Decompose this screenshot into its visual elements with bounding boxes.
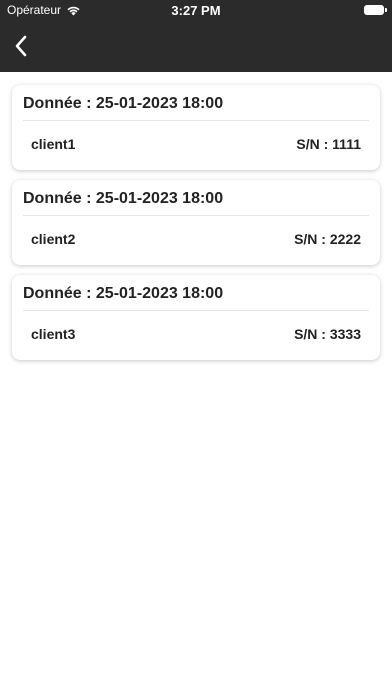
record-serial: S/N : 3333 — [294, 326, 361, 342]
record-list: Donnée : 25-01-2023 18:00 client1 S/N : … — [12, 85, 380, 370]
chevron-left-icon — [15, 35, 27, 57]
back-button[interactable] — [12, 34, 32, 58]
record-client: client2 — [31, 231, 76, 247]
status-time: 3:27 PM — [171, 3, 221, 18]
header-bar: Opérateur 3:27 PM — [0, 0, 392, 72]
record-card[interactable]: Donnée : 25-01-2023 18:00 client3 S/N : … — [12, 275, 380, 360]
record-title: Donnée : 25-01-2023 18:00 — [23, 180, 369, 216]
record-serial: S/N : 2222 — [294, 231, 361, 247]
record-serial: S/N : 1111 — [296, 136, 361, 152]
status-bar: Opérateur 3:27 PM — [0, 0, 392, 22]
record-card[interactable]: Donnée : 25-01-2023 18:00 client1 S/N : … — [12, 85, 380, 170]
record-title: Donnée : 25-01-2023 18:00 — [23, 85, 369, 121]
record-client: client1 — [31, 136, 76, 152]
record-details: client2 S/N : 2222 — [23, 216, 369, 262]
record-details: client3 S/N : 3333 — [23, 311, 369, 357]
battery-icon — [364, 5, 387, 15]
record-details: client1 S/N : 1111 — [23, 121, 369, 167]
record-card[interactable]: Donnée : 25-01-2023 18:00 client2 S/N : … — [12, 180, 380, 265]
record-client: client3 — [31, 326, 76, 342]
record-title: Donnée : 25-01-2023 18:00 — [23, 275, 369, 311]
